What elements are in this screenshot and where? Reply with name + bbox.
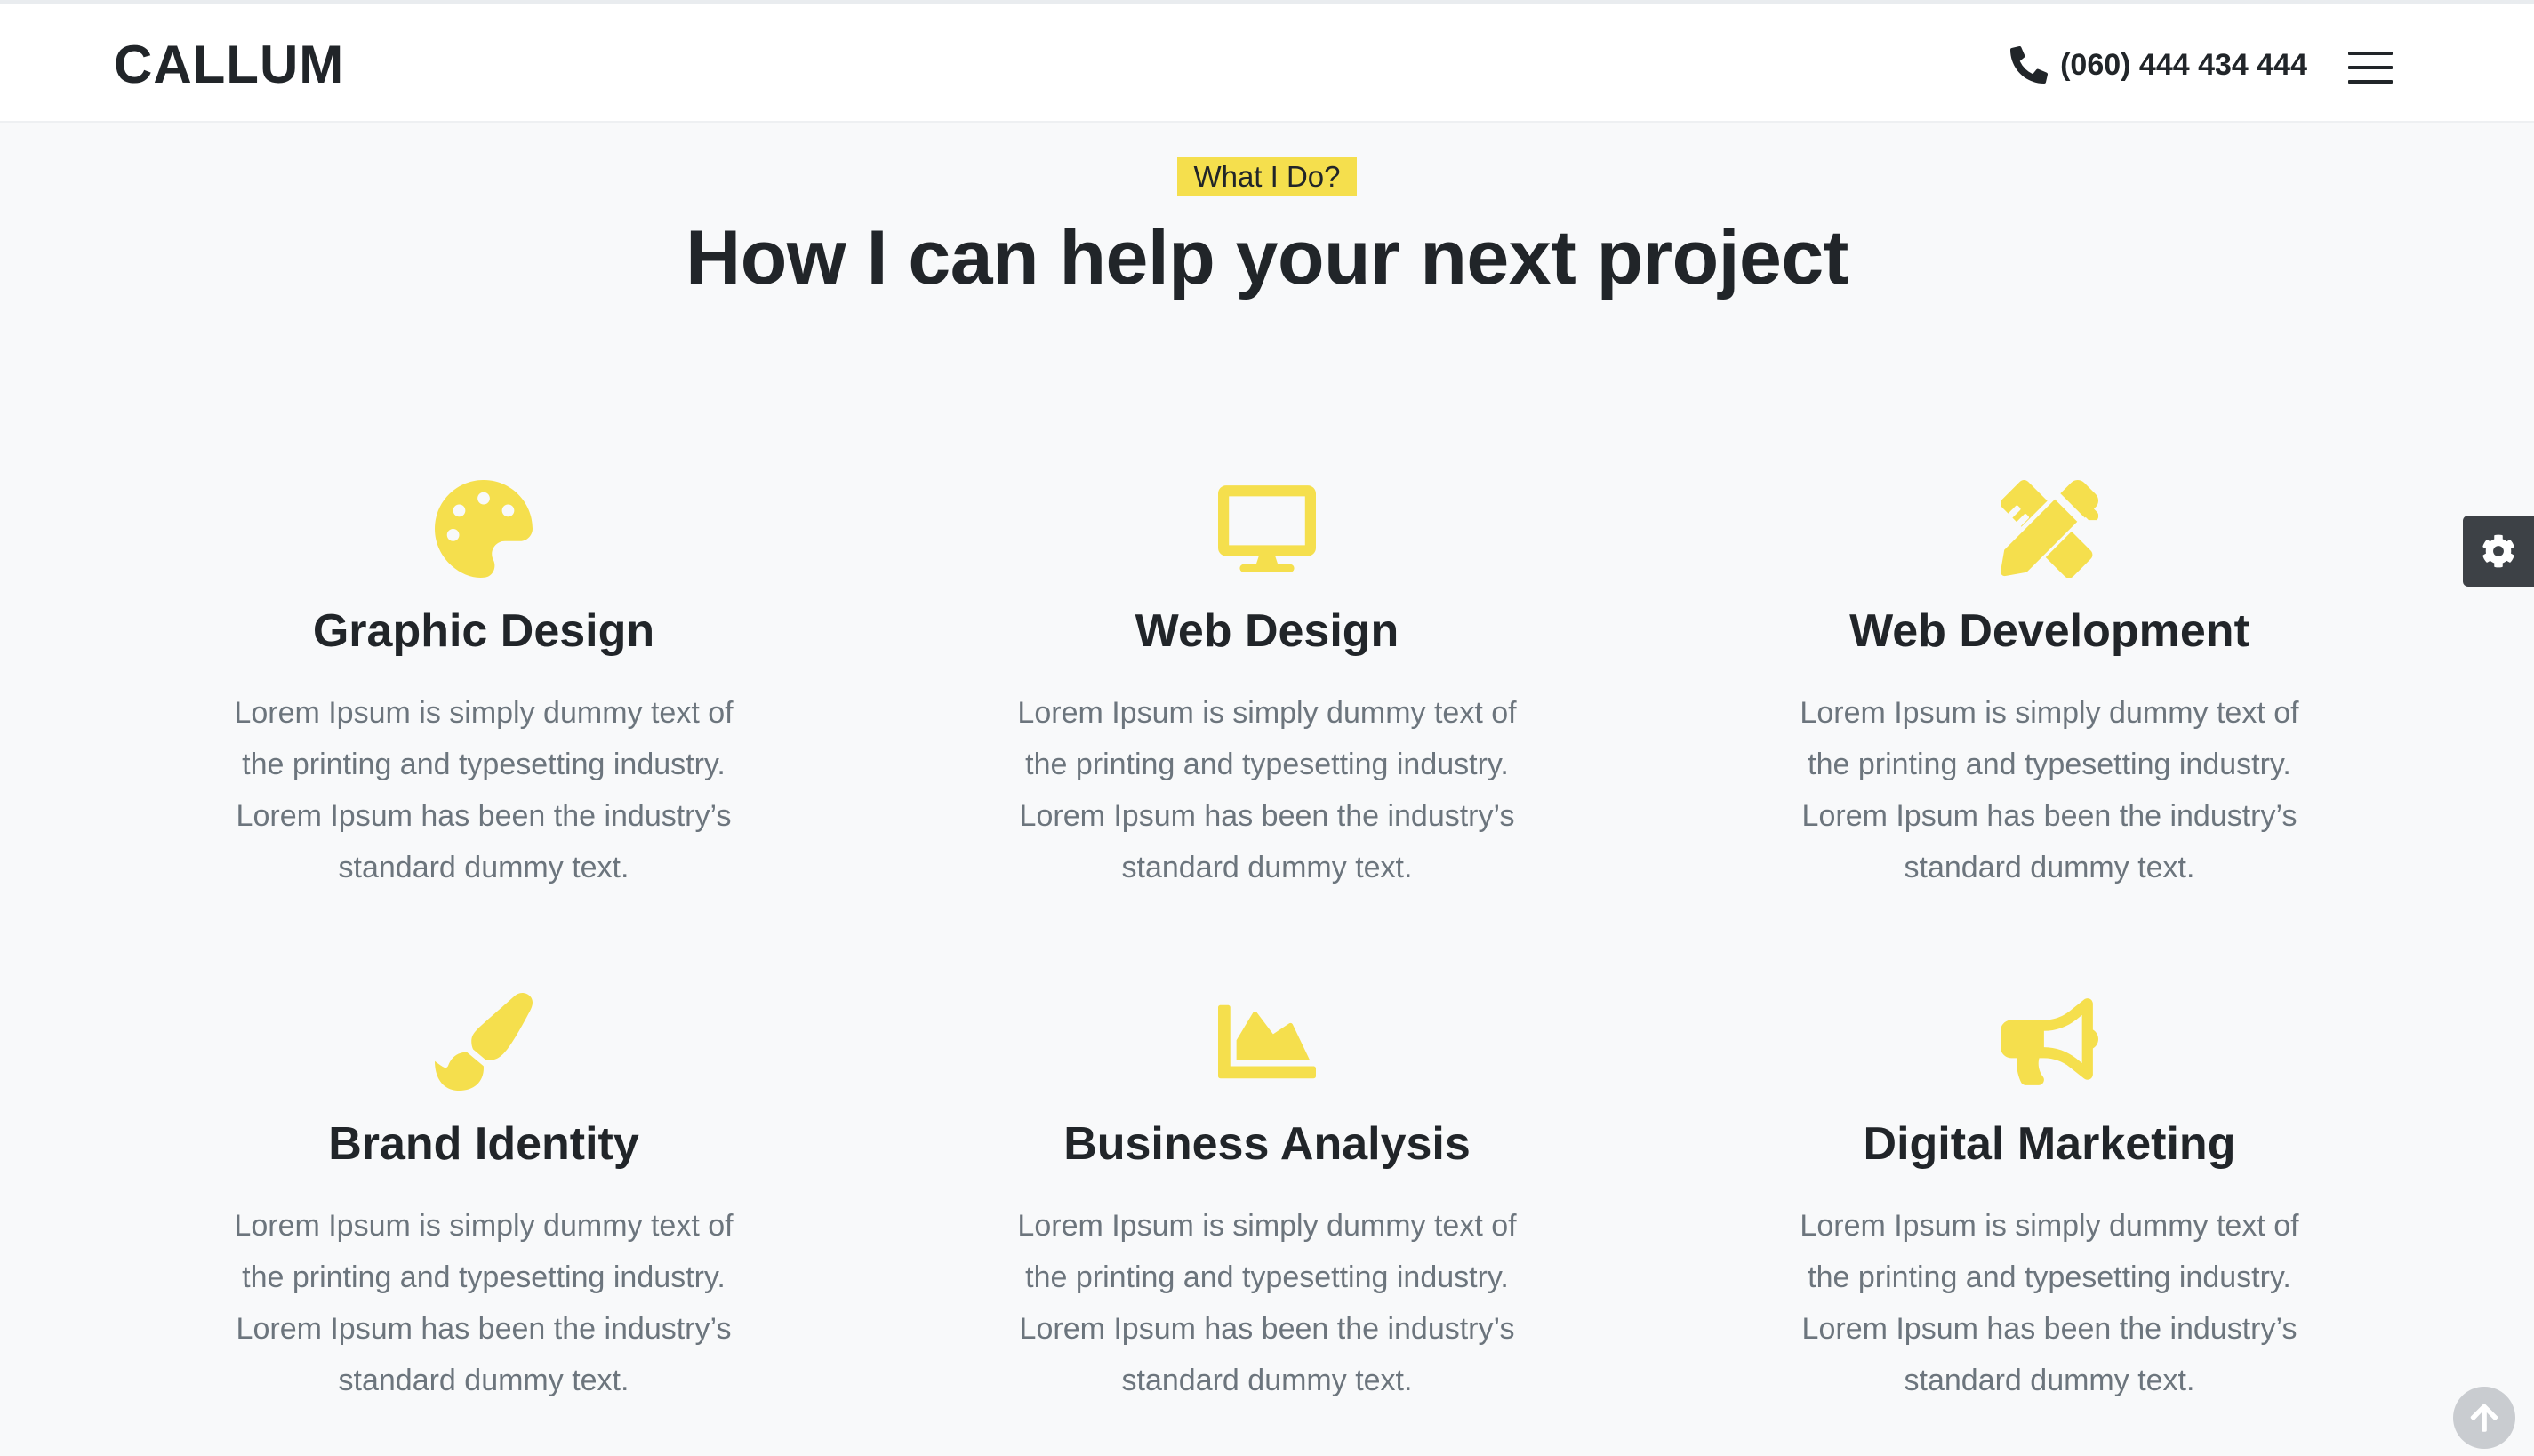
service-graphic-design: Graphic Design Lorem Ipsum is simply dum… [92,480,875,907]
chart-area-icon [1218,1004,1316,1079]
service-title: Web Development [1849,605,2249,657]
service-web-development: Web Development Lorem Ipsum is simply du… [1658,480,2441,907]
scroll-to-top-button[interactable] [2453,1387,2515,1449]
service-digital-marketing: Digital Marketing Lorem Ipsum is simply … [1658,993,2441,1420]
service-title: Business Analysis [1063,1118,1471,1170]
service-business-analysis: Business Analysis Lorem Ipsum is simply … [876,993,1658,1420]
service-title: Digital Marketing [1863,1118,2236,1170]
logo[interactable]: CALLUM [114,33,344,97]
bullhorn-icon [2001,998,2098,1085]
site-header: CALLUM (060) 444 434 444 [0,0,2534,123]
palette-icon [435,480,533,578]
service-brand-identity: Brand Identity Lorem Ipsum is simply dum… [92,993,875,1420]
section-title: How I can help your next project [686,215,1848,300]
service-title: Graphic Design [312,605,655,657]
settings-toggle-button[interactable] [2463,516,2534,587]
arrow-up-icon [2470,1404,2498,1432]
desktop-icon [1218,485,1316,572]
section-badge: What I Do? [1177,157,1357,196]
service-description: Lorem Ipsum is simply dummy text of the … [234,1209,734,1397]
service-description: Lorem Ipsum is simply dummy text of the … [1017,1209,1517,1397]
service-description: Lorem Ipsum is simply dummy text of the … [1800,1209,2299,1397]
pencil-ruler-icon [2001,480,2098,578]
paint-brush-icon [435,993,533,1091]
service-description: Lorem Ipsum is simply dummy text of the … [234,696,734,884]
gear-icon [2482,534,2514,568]
service-description: Lorem Ipsum is simply dummy text of the … [1017,696,1517,884]
phone-contact[interactable]: (060) 444 434 444 [2010,44,2307,86]
phone-icon [2010,46,2049,84]
hamburger-menu-icon[interactable] [2348,52,2393,84]
service-web-design: Web Design Lorem Ipsum is simply dummy t… [876,480,1658,907]
phone-number: (060) 444 434 444 [2060,48,2307,82]
service-title: Brand Identity [328,1118,639,1170]
service-title: Web Design [1135,605,1399,657]
service-description: Lorem Ipsum is simply dummy text of the … [1800,696,2299,884]
